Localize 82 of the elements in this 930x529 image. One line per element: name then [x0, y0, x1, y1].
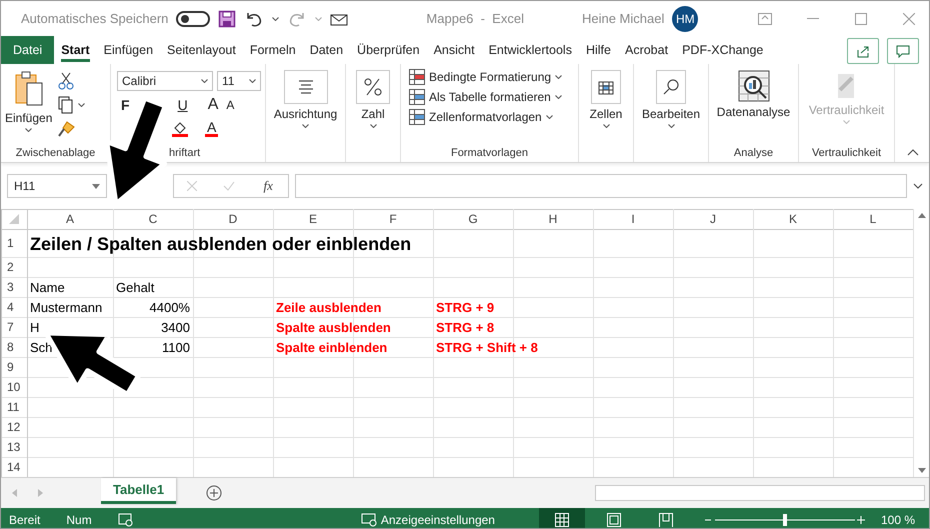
- row-header[interactable]: 14: [7, 460, 20, 474]
- table-cell: Mustermann: [30, 300, 102, 315]
- table-cell: STRG + 8: [436, 320, 494, 335]
- cells-button[interactable]: Zellen: [581, 68, 631, 162]
- table-cell: 1100: [162, 340, 190, 355]
- num-lock-indicator: Num: [66, 512, 92, 526]
- column-header[interactable]: L: [870, 212, 876, 226]
- underline-button[interactable]: U: [174, 97, 192, 113]
- user-avatar[interactable]: HM: [672, 6, 698, 32]
- table-cell: Name: [30, 280, 65, 295]
- table-cell: STRG + 9: [436, 300, 494, 315]
- row-header[interactable]: 11: [7, 400, 20, 414]
- bold-button[interactable]: F: [117, 97, 134, 113]
- column-header[interactable]: I: [631, 212, 635, 226]
- table-cell: 3400: [161, 320, 190, 335]
- font-color-button[interactable]: A: [205, 120, 218, 136]
- alignment-button[interactable]: Ausrichtung: [268, 68, 343, 162]
- font-size-dropdown[interactable]: 11: [217, 71, 261, 91]
- row-header[interactable]: 4: [7, 300, 14, 314]
- user-name: Heine Michael: [582, 11, 664, 26]
- table-cell: STRG + Shift + 8: [436, 340, 538, 355]
- ribbon-tab[interactable]: Acrobat: [618, 36, 676, 64]
- font-family-dropdown[interactable]: Calibri: [117, 71, 213, 91]
- data-analysis-button[interactable]: Datenanalyse: [711, 68, 796, 144]
- column-header[interactable]: C: [148, 212, 158, 226]
- styles-menu-button[interactable]: Als Tabelle formatieren: [407, 88, 576, 106]
- ribbon-tab[interactable]: Daten: [302, 36, 350, 64]
- ribbon-tab[interactable]: Einfügen: [96, 36, 160, 64]
- row-header[interactable]: 7: [7, 320, 14, 334]
- ribbon-tab[interactable]: Formeln: [242, 36, 303, 64]
- group-label: Zwischenablage: [14, 146, 96, 161]
- ribbon-tab[interactable]: Seitenlayout: [160, 36, 243, 64]
- group-label: Formatvorlagen: [450, 146, 530, 161]
- status-mode: Bereit: [9, 512, 40, 526]
- insert-function-button[interactable]: fx: [262, 178, 275, 194]
- column-header[interactable]: G: [468, 212, 478, 226]
- table-cell: Spalte einblenden: [276, 340, 388, 355]
- group-label: Analyse: [732, 146, 774, 161]
- styles-menu-button[interactable]: Bedingte Formatierung: [407, 68, 576, 86]
- table-cell: Spalte ausblenden: [276, 320, 391, 335]
- ribbon-tab[interactable]: Entwicklertools: [482, 36, 579, 64]
- row-header[interactable]: 1: [7, 236, 14, 250]
- table-cell: Zeilen / Spalten ausblenden oder einblenden: [30, 234, 412, 255]
- column-header[interactable]: E: [308, 212, 317, 226]
- group-label: Vertraulichkeit: [810, 146, 882, 161]
- column-header[interactable]: A: [66, 212, 74, 226]
- table-cell: H: [30, 320, 40, 335]
- ribbon-tab[interactable]: PDF-XChange: [675, 36, 770, 64]
- shrink-font-button[interactable]: A: [222, 98, 238, 112]
- sheet-tab[interactable]: Tabelle1: [101, 478, 176, 504]
- table-cell: Gehalt: [116, 280, 154, 295]
- window-title: Mappe6 - Excel: [426, 11, 524, 26]
- table-cell: 4400%: [150, 300, 190, 315]
- table-cell: Sch: [30, 340, 52, 355]
- row-header[interactable]: 13: [7, 440, 20, 454]
- editing-button[interactable]: Bearbeiten: [636, 68, 706, 162]
- ribbon-tab[interactable]: Hilfe: [578, 36, 618, 64]
- styles-menu-button[interactable]: Zellenformatvorlagen: [407, 108, 576, 126]
- ribbon-tab[interactable]: Ansicht: [426, 36, 482, 64]
- autosave-label: Automatisches Speichern: [21, 11, 168, 26]
- column-header[interactable]: J: [710, 212, 716, 226]
- table-cell: Zeile ausblenden: [276, 300, 382, 315]
- row-header[interactable]: 9: [7, 360, 14, 374]
- zoom-level: 100 %: [880, 512, 915, 526]
- row-header[interactable]: 8: [7, 340, 14, 354]
- column-header[interactable]: F: [389, 212, 397, 226]
- row-header[interactable]: 3: [7, 280, 14, 294]
- column-header[interactable]: K: [788, 212, 797, 226]
- row-header[interactable]: 2: [7, 260, 14, 274]
- row-header[interactable]: 10: [7, 380, 20, 394]
- file-tab[interactable]: Datei: [1, 36, 54, 64]
- display-settings-button[interactable]: Anzeigeeinstellungen: [358, 512, 497, 528]
- column-header[interactable]: H: [548, 212, 558, 226]
- ribbon-tab[interactable]: Start: [54, 36, 97, 64]
- paste-button[interactable]: Einfügen: [3, 68, 54, 144]
- column-header[interactable]: D: [228, 212, 238, 226]
- row-header[interactable]: 12: [7, 420, 20, 434]
- name-box[interactable]: H11: [7, 174, 107, 198]
- ribbon-tab[interactable]: Überprüfen: [350, 36, 427, 64]
- group-label: hriftart: [168, 146, 202, 161]
- number-button[interactable]: Zahl: [348, 68, 398, 162]
- grow-font-button[interactable]: A: [204, 96, 222, 114]
